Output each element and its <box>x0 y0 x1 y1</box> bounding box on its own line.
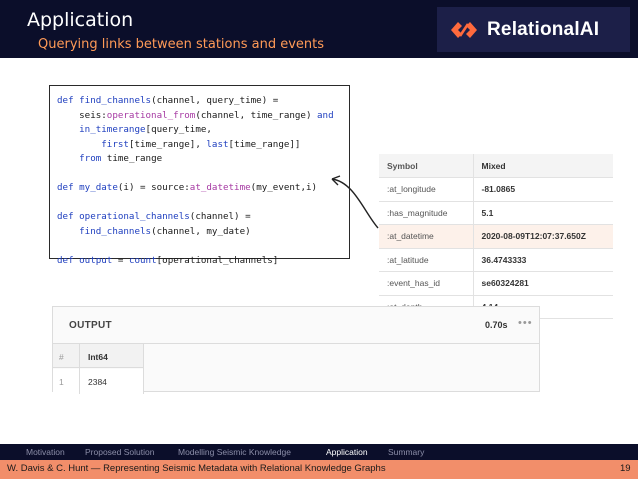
code-line: def my_date(i) = source:at_datetime(my_e… <box>57 181 334 196</box>
code-token: operational_channels <box>79 211 190 222</box>
code-token: [time_range]] <box>228 138 301 150</box>
slide-title: Application <box>27 9 134 31</box>
code-token: at_datetime <box>189 182 251 193</box>
row-value: 2384 <box>88 377 107 387</box>
relationalai-logo: RelationalAI <box>437 7 630 52</box>
table-row: :event_has_id se60324281 <box>379 271 613 296</box>
column-header-type: Int64 <box>88 352 108 362</box>
section-navigation: Motivation Proposed Solution Modelling Sei… <box>0 444 638 460</box>
table-row: :at_datetime 2020-08-09T12:07:37.650Z <box>379 224 613 249</box>
output-table-header: # Int64 <box>53 344 143 368</box>
code-token: operational_from <box>106 109 196 121</box>
nav-item-proposed-solution[interactable]: Proposed Solution <box>85 447 154 457</box>
nav-item-motivation[interactable]: Motivation <box>26 447 65 457</box>
column-header-index: # <box>59 352 64 362</box>
code-token: (channel, time_range) <box>195 109 318 121</box>
code-line: seis:operational_from(channel, time_rang… <box>57 109 334 124</box>
code-text: def find_channels(channel, query_time) =… <box>57 94 334 268</box>
column-header-symbol: Symbol <box>379 154 474 178</box>
symbol-cell: :at_longitude <box>379 177 474 202</box>
table-row: :at_latitude 36.4743333 <box>379 248 613 272</box>
rel-code-block: def find_channels(channel, query_time) =… <box>49 85 350 266</box>
code-line: from time_range <box>57 152 334 167</box>
column-divider <box>79 344 80 394</box>
code-token: find_channels <box>79 225 152 237</box>
code-token: from <box>79 153 102 164</box>
execution-time: 0.70s <box>485 320 508 330</box>
output-header: OUTPUT 0.70s ••• <box>53 307 539 343</box>
row-index: 1 <box>59 377 64 387</box>
value-cell: -81.0865 <box>473 177 613 202</box>
logo-wordmark: RelationalAI <box>487 18 600 40</box>
nav-item-application[interactable]: Application <box>326 447 368 457</box>
link-arrow <box>331 175 379 229</box>
code-token: (channel) = <box>189 211 251 222</box>
code-token: def <box>57 182 80 193</box>
code-line: find_channels(channel, my_date) <box>57 225 334 240</box>
code-token: and <box>317 109 334 121</box>
code-token: seis: <box>57 109 107 121</box>
code-line: def output = count[operational_channels] <box>57 254 334 269</box>
code-token: first <box>101 138 129 150</box>
code-token: in_timerange <box>79 124 146 135</box>
code-token: time_range <box>101 153 163 164</box>
table-row: :at_longitude -81.0865 <box>379 177 613 202</box>
code-token: output <box>79 254 113 266</box>
code-token: (channel, query_time) = <box>151 95 279 106</box>
code-token: (my_event,i) <box>250 182 318 193</box>
slide-subtitle: Querying links between stations and even… <box>38 37 325 52</box>
column-header-mixed: Mixed <box>473 154 613 178</box>
code-token: (i) = source: <box>117 182 190 193</box>
symbol-cell: :event_has_id <box>379 271 474 296</box>
nav-item-summary[interactable]: Summary <box>388 447 424 457</box>
code-line: def operational_channels(channel) = <box>57 210 334 225</box>
column-divider <box>143 344 144 394</box>
slide-header: Application Querying links between stati… <box>0 0 638 58</box>
code-token: count <box>128 254 157 266</box>
code-line: in_timerange[query_time, <box>57 123 334 138</box>
symbol-cell: :has_magnitude <box>379 201 474 225</box>
relationalai-logo-icon <box>451 21 477 38</box>
code-token: def <box>57 95 80 106</box>
symbol-table-header: Symbol Mixed <box>379 154 613 178</box>
code-token: [operational_channels] <box>156 254 279 266</box>
output-label: OUTPUT <box>69 320 112 331</box>
table-row: 1 2384 <box>53 369 143 393</box>
more-options-icon[interactable]: ••• <box>518 317 533 329</box>
code-token: last <box>206 138 229 150</box>
output-table: # Int64 1 2384 <box>53 343 539 394</box>
output-panel: OUTPUT 0.70s ••• # Int64 1 2384 <box>52 306 540 394</box>
page-number: 19 <box>620 463 631 474</box>
code-line: first[time_range], last[time_range]] <box>57 138 334 153</box>
code-token: def <box>57 211 80 222</box>
symbol-cell: :at_latitude <box>379 248 474 272</box>
value-cell: se60324281 <box>473 271 613 296</box>
code-token: def <box>57 254 80 266</box>
code-token: = <box>112 254 129 266</box>
code-line: def find_channels(channel, query_time) = <box>57 94 334 109</box>
code-token: find_channels <box>79 95 152 106</box>
footer-citation: W. Davis & C. Hunt — Representing Seismi… <box>7 463 386 474</box>
nav-item-modelling-seismic-knowledge[interactable]: Modelling Seismic Knowledge <box>178 447 291 457</box>
slide-footer: W. Davis & C. Hunt — Representing Seismi… <box>0 460 638 479</box>
table-row: :has_magnitude 5.1 <box>379 201 613 225</box>
code-token: my_date <box>79 182 118 193</box>
symbol-table: Symbol Mixed :at_longitude -81.0865:has_m… <box>379 154 613 319</box>
value-cell: 2020-08-09T12:07:37.650Z <box>473 224 613 249</box>
value-cell: 36.4743333 <box>473 248 613 272</box>
symbol-cell: :at_datetime <box>379 224 474 249</box>
code-token: [query_time, <box>145 124 212 135</box>
value-cell: 5.1 <box>473 201 613 225</box>
code-token: (channel, my_date) <box>151 225 251 237</box>
code-token: [time_range], <box>128 138 207 150</box>
